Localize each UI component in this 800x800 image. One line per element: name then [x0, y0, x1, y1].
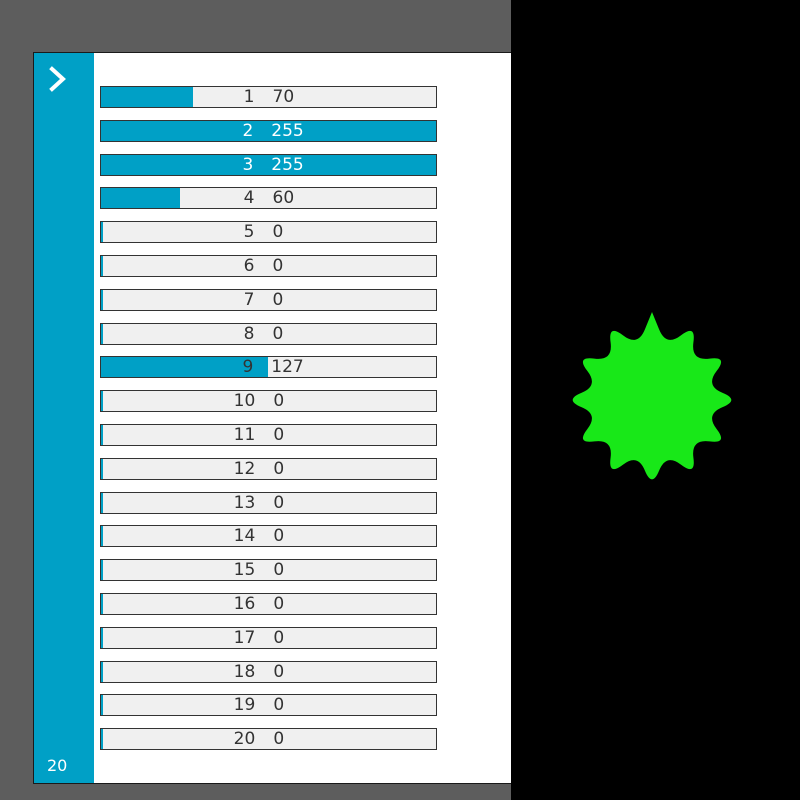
bar-row-5[interactable]: 50 — [100, 221, 437, 244]
stage: 20 1 70 2 255 3 255 4 60 5 0 6 0 7 0 8 0 9 127 10 0 11 0 12 0 13… — [0, 0, 800, 800]
bar-label: 19 0 — [101, 695, 436, 715]
bar-value: 0 — [273, 729, 285, 750]
bar-value: 0 — [272, 323, 284, 344]
bar-label: 2 255 — [101, 121, 436, 141]
bar-label: 15 0 — [101, 560, 436, 580]
bar-label: 10 0 — [101, 391, 436, 411]
bar-value: 0 — [273, 458, 285, 479]
bar-label: 20 0 — [101, 729, 436, 749]
bar-index: 13 — [233, 492, 256, 513]
bar-label: 16 0 — [101, 594, 436, 614]
bar-label: 4 60 — [101, 188, 436, 208]
bar-index: 16 — [233, 593, 256, 614]
bar-row-8[interactable]: 80 — [100, 322, 437, 345]
bar-index: 19 — [233, 695, 256, 716]
bar-index: 15 — [233, 560, 256, 581]
bar-label: 14 0 — [101, 526, 436, 546]
bar-row-14[interactable]: 14 0 — [100, 525, 437, 548]
bar-row-18[interactable]: 18 0 — [100, 660, 437, 683]
bar-index: 3 — [242, 154, 254, 175]
bar-index: 4 — [243, 188, 255, 209]
bar-row-7[interactable]: 70 — [100, 288, 437, 311]
bar-value: 0 — [273, 560, 285, 581]
bar-value: 255 — [271, 154, 304, 175]
bar-index: 12 — [233, 458, 256, 479]
bar-value: 60 — [272, 188, 295, 209]
bar-value: 0 — [273, 391, 285, 412]
bar-value: 0 — [273, 526, 285, 547]
bar-label: 12 0 — [101, 459, 436, 479]
bar-row-11[interactable]: 11 0 — [100, 423, 437, 446]
bar-index: 5 — [243, 222, 255, 243]
bar-label: 80 — [101, 324, 436, 344]
bar-row-1[interactable]: 1 70 — [100, 86, 437, 108]
side-strip: 20 — [34, 53, 94, 783]
bar-value: 0 — [273, 627, 285, 648]
bar-row-10[interactable]: 10 0 — [100, 390, 437, 413]
bar-index: 8 — [243, 323, 255, 344]
bar-row-12[interactable]: 12 0 — [100, 457, 437, 480]
bar-index: 7 — [243, 289, 255, 310]
bar-label: 18 0 — [101, 662, 436, 682]
sun-shape — [572, 312, 732, 480]
channel-panel: 20 1 70 2 255 3 255 4 60 5 0 6 0 7 0 8 0 9 127 10 0 11 0 12 0 13… — [33, 52, 511, 784]
bar-value: 0 — [272, 222, 284, 243]
bar-row-15[interactable]: 15 0 — [100, 559, 437, 582]
bar-label: 9 127 — [101, 357, 436, 377]
bar-label: 1 70 — [101, 87, 436, 107]
bar-list: 1 70 2 255 3 255 4 60 5 0 6 0 7 0 8 0 9 127 10 0 11 0 12 0 13 0 14… — [100, 86, 437, 762]
bar-label: 17 0 — [101, 628, 436, 648]
bar-label: 60 — [101, 256, 436, 276]
bar-index: 14 — [233, 526, 256, 547]
bar-row-19[interactable]: 19 0 — [100, 694, 437, 717]
bar-value: 255 — [271, 120, 304, 141]
bar-value: 0 — [273, 695, 285, 716]
bar-index: 6 — [243, 255, 255, 276]
bar-row-9[interactable]: 9 127 — [100, 356, 437, 379]
bar-value: 0 — [273, 593, 285, 614]
bar-label: 11 0 — [101, 425, 436, 445]
bar-index: 11 — [233, 424, 256, 445]
bar-index: 20 — [233, 729, 256, 750]
bar-value: 70 — [272, 87, 295, 107]
bar-value: 127 — [271, 357, 304, 378]
bar-label: 13 0 — [101, 493, 436, 513]
bar-row-3[interactable]: 3 255 — [100, 153, 437, 176]
bar-label: 50 — [101, 222, 436, 242]
bar-index: 18 — [233, 661, 256, 682]
spiky-sun-icon — [572, 312, 732, 480]
bar-row-17[interactable]: 17 0 — [100, 626, 437, 649]
bar-label: 70 — [101, 290, 436, 310]
bar-label: 3 255 — [101, 155, 436, 175]
bar-value: 0 — [272, 289, 284, 310]
left-area: 20 1 70 2 255 3 255 4 60 5 0 6 0 7 0 8 0 9 127 10 0 11 0 12 0 13… — [0, 0, 511, 800]
bar-row-6[interactable]: 60 — [100, 254, 437, 277]
chevron-right-icon[interactable] — [44, 65, 72, 93]
bar-value: 0 — [273, 424, 285, 445]
bar-row-20[interactable]: 20 0 — [100, 728, 437, 751]
bar-value: 0 — [272, 255, 284, 276]
bar-row-2[interactable]: 2 255 — [100, 119, 437, 142]
bar-row-13[interactable]: 13 0 — [100, 491, 437, 514]
bar-index: 2 — [242, 120, 254, 141]
bar-index: 9 — [242, 357, 254, 378]
bar-index: 17 — [233, 627, 256, 648]
bar-row-4[interactable]: 4 60 — [100, 187, 437, 210]
bar-row-16[interactable]: 16 0 — [100, 592, 437, 615]
bar-value: 0 — [273, 661, 285, 682]
channel-count: 20 — [47, 756, 68, 775]
bar-index: 1 — [243, 87, 255, 107]
bar-value: 0 — [273, 492, 285, 513]
bar-index: 10 — [233, 391, 256, 412]
